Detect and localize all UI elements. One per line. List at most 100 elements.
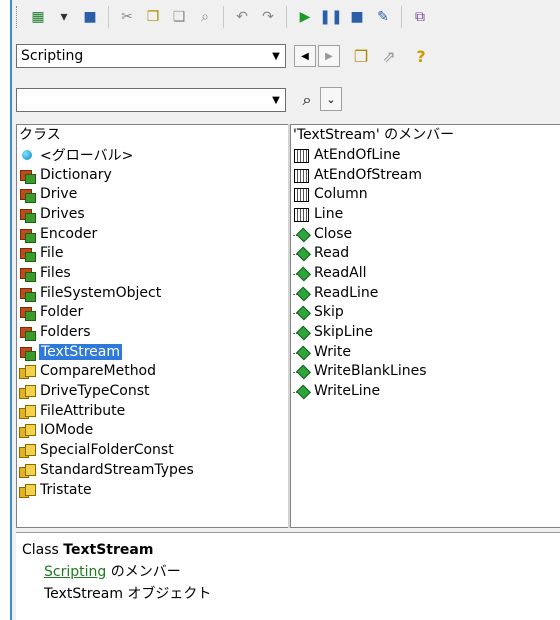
classes-list: <グローバル> Dictionary Drive Drives Encoder File F…	[17, 145, 288, 499]
class-item-label: Drive	[40, 186, 78, 203]
toggle-search-results-button[interactable]: ⌄	[320, 87, 342, 111]
save-icon[interactable]: ■	[79, 6, 101, 28]
class-item-label: FileAttribute	[40, 402, 126, 419]
library-link[interactable]: Scripting	[44, 564, 106, 580]
class-item[interactable]: CompareMethod	[17, 362, 288, 382]
member-item-label: Skip	[314, 304, 344, 321]
details-class-name: TextStream	[63, 542, 154, 558]
dropdown-form-icon[interactable]: ▾	[53, 6, 75, 28]
cut-icon[interactable]: ✂	[116, 6, 138, 28]
back-icon: ◀	[301, 50, 309, 62]
member-item[interactable]: AtEndOfLine	[291, 145, 560, 165]
double-chevron-down-icon: ⌄	[326, 92, 336, 106]
member-item-label: ReadLine	[314, 284, 379, 301]
class-item-label: Drives	[40, 205, 85, 222]
member-item[interactable]: Read	[291, 243, 560, 263]
members-pane[interactable]: 'TextStream' のメンバー AtEndOfLine AtEndOfStr…	[290, 124, 560, 528]
class-item[interactable]: File	[17, 243, 288, 263]
back-button[interactable]: ◀	[294, 45, 316, 67]
member-item[interactable]: Write	[291, 342, 560, 362]
member-item[interactable]: Column	[291, 184, 560, 204]
class-item-label: CompareMethod	[40, 363, 157, 380]
class-item-label: StandardStreamTypes	[40, 461, 194, 478]
view-definition-icon: ⇗	[382, 46, 396, 66]
class-icon	[19, 285, 36, 302]
member-item-label: AtEndOfLine	[314, 146, 401, 163]
class-item[interactable]: Tristate	[17, 480, 288, 500]
class-item[interactable]: FileSystemObject	[17, 283, 288, 303]
method-icon	[293, 363, 309, 379]
member-item[interactable]: AtEndOfStream	[291, 165, 560, 185]
member-item-label: Column	[314, 186, 368, 203]
class-icon	[19, 167, 36, 184]
member-item[interactable]: Close	[291, 224, 560, 244]
project-explorer-icon[interactable]: ⧉	[409, 6, 431, 28]
member-item[interactable]: WriteBlankLines	[291, 362, 560, 382]
find-icon[interactable]: ⌕	[194, 6, 216, 28]
enum-icon	[19, 363, 36, 380]
paste-icon[interactable]: ❏	[168, 6, 190, 28]
excel-icon[interactable]: ▦	[27, 6, 49, 28]
method-icon	[293, 383, 309, 399]
class-item-label: Folder	[40, 304, 84, 321]
class-item[interactable]: TextStream	[17, 342, 288, 362]
run-icon[interactable]: ▶	[294, 6, 316, 28]
class-item[interactable]: Dictionary	[17, 165, 288, 185]
member-item-label: Read	[314, 245, 350, 262]
member-item[interactable]: ReadAll	[291, 263, 560, 283]
toolbar-separator	[108, 6, 109, 28]
class-item-label: Dictionary	[40, 166, 112, 183]
member-item[interactable]: Skip	[291, 303, 560, 323]
view-definition-button[interactable]: ⇗	[376, 43, 402, 69]
class-item[interactable]: <グローバル>	[17, 145, 288, 165]
object-browser-window: ▦ ▾ ■ ✂ ❐ ❏ ⌕ ↶ ↷ ▶ ❚❚ ■ ✎ ⧉ Scripting ▼ ◀ ▶ ❐ ⇗ ? ▼ …	[10, 0, 560, 620]
class-icon	[19, 206, 36, 223]
chevron-down-icon[interactable]: ▼	[267, 45, 285, 67]
enum-icon	[19, 462, 36, 478]
toolbar-grip[interactable]	[16, 6, 20, 28]
library-combo[interactable]: Scripting ▼	[16, 44, 286, 68]
copy-to-clipboard-button[interactable]: ❐	[348, 43, 374, 69]
class-item[interactable]: Encoder	[17, 224, 288, 244]
design-mode-icon[interactable]: ✎	[372, 6, 394, 28]
member-item[interactable]: WriteLine	[291, 381, 560, 401]
help-button[interactable]: ?	[408, 43, 434, 69]
class-item[interactable]: Folders	[17, 322, 288, 342]
class-item[interactable]: Files	[17, 263, 288, 283]
class-item[interactable]: DriveTypeConst	[17, 381, 288, 401]
class-item[interactable]: Folder	[17, 303, 288, 323]
redo-icon[interactable]: ↷	[257, 6, 279, 28]
reset-icon[interactable]: ■	[346, 6, 368, 28]
class-item[interactable]: IOMode	[17, 421, 288, 441]
search-combo[interactable]: ▼	[16, 88, 286, 112]
globe-icon	[22, 149, 32, 160]
method-icon	[293, 324, 309, 340]
undo-icon[interactable]: ↶	[231, 6, 253, 28]
member-item-label: ReadAll	[314, 264, 367, 281]
classes-pane[interactable]: クラス <グローバル> Dictionary Drive Drives Encoder F…	[16, 124, 288, 528]
class-item-label: Files	[40, 264, 71, 281]
details-pane: Class TextStream Scripting のメンバー TextStr…	[16, 532, 560, 620]
method-icon	[293, 226, 309, 242]
member-item[interactable]: ReadLine	[291, 283, 560, 303]
class-icon	[19, 324, 36, 342]
chevron-down-icon[interactable]: ▼	[267, 89, 285, 111]
copy-icon[interactable]: ❐	[142, 6, 164, 28]
break-icon[interactable]: ❚❚	[319, 6, 342, 28]
property-icon	[293, 167, 309, 183]
member-item[interactable]: Line	[291, 204, 560, 224]
forward-button[interactable]: ▶	[318, 45, 340, 67]
class-item[interactable]: Drive	[17, 184, 288, 204]
class-item[interactable]: StandardStreamTypes	[17, 460, 288, 480]
member-item-label: Close	[314, 225, 353, 242]
member-item[interactable]: SkipLine	[291, 322, 560, 342]
search-button[interactable]: ⌕	[294, 87, 320, 113]
class-item[interactable]: Drives	[17, 204, 288, 224]
details-prefix: Class	[22, 542, 64, 558]
class-icon	[19, 304, 36, 322]
members-list: AtEndOfLine AtEndOfStream Column Line Close R…	[291, 145, 560, 401]
class-item[interactable]: SpecialFolderConst	[17, 440, 288, 460]
copy-icon: ❐	[353, 46, 369, 66]
class-item[interactable]: FileAttribute	[17, 401, 288, 421]
method-icon	[293, 245, 309, 261]
